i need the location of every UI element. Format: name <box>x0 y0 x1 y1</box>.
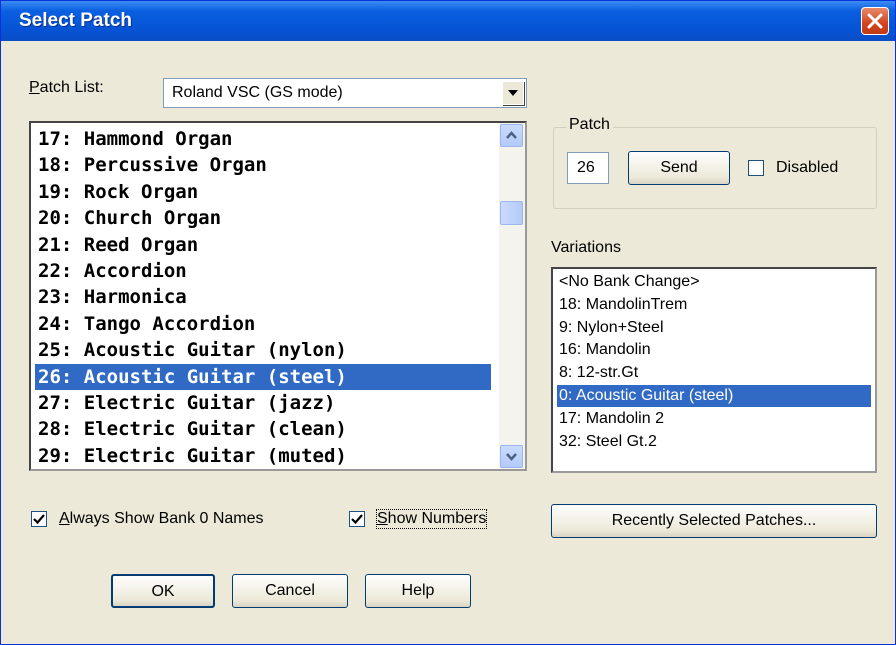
patch-list-item[interactable]: 29: Electric Guitar (muted) <box>35 443 491 469</box>
chevron-down-icon <box>508 90 518 96</box>
ok-button[interactable]: OK <box>111 574 215 608</box>
variation-item[interactable]: 8: 12-str.Gt <box>557 362 871 384</box>
variation-item[interactable]: 18: MandolinTrem <box>557 294 871 316</box>
variations-listbox[interactable]: <No Bank Change> 18: MandolinTrem 9: Nylon… <box>551 267 877 473</box>
patch-list-item[interactable]: 20: Church Organ <box>35 205 491 231</box>
disabled-label[interactable]: Disabled <box>776 159 838 177</box>
variation-item[interactable]: 9: Nylon+Steel <box>557 317 871 339</box>
variations-label: Variations <box>551 239 621 256</box>
title-bar[interactable]: Select Patch <box>1 1 895 41</box>
scroll-up-icon <box>506 131 517 139</box>
patch-listbox[interactable]: 17: Hammond Organ 18: Percussive Organ 19:… <box>29 121 527 471</box>
patch-list-scrollbar[interactable] <box>499 123 525 469</box>
variation-item[interactable]: 32: Steel Gt.2 <box>557 431 871 453</box>
patch-list-item[interactable]: 21: Reed Organ <box>35 232 491 258</box>
scroll-down-icon <box>506 453 517 461</box>
patch-list-item[interactable]: 24: Tango Accordion <box>35 311 491 337</box>
patch-list-item[interactable]: 28: Electric Guitar (clean) <box>35 416 491 442</box>
patch-list-item[interactable]: 23: Harmonica <box>35 284 491 310</box>
patch-group-title: Patch <box>566 116 613 134</box>
patch-list-item[interactable]: 17: Hammond Organ <box>35 126 491 152</box>
patch-list-item[interactable]: 22: Accordion <box>35 258 491 284</box>
scroll-down-button[interactable] <box>500 445 523 468</box>
patch-list-item[interactable]: 25: Acoustic Guitar (nylon) <box>35 337 491 363</box>
patch-list-item[interactable]: 19: Rock Organ <box>35 179 491 205</box>
scroll-thumb[interactable] <box>500 201 523 225</box>
cancel-button[interactable]: Cancel <box>232 574 348 608</box>
close-button[interactable] <box>861 7 889 35</box>
patch-list-dropdown[interactable]: Roland VSC (GS mode) <box>163 78 527 108</box>
dropdown-button[interactable] <box>502 81 524 105</box>
patch-list-selected: Roland VSC (GS mode) <box>172 84 343 101</box>
always-show-bank0-label[interactable]: Always Show Bank 0 Names <box>59 510 264 528</box>
variation-item[interactable]: 17: Mandolin 2 <box>557 408 871 430</box>
patch-list-item[interactable]: 18: Percussive Organ <box>35 152 491 178</box>
recently-selected-patches-button[interactable]: Recently Selected Patches... <box>551 504 877 538</box>
send-button[interactable]: Send <box>628 151 730 185</box>
disabled-checkbox[interactable] <box>748 160 764 176</box>
always-show-bank0-checkbox[interactable] <box>31 511 47 527</box>
close-icon <box>867 13 883 29</box>
select-patch-dialog: Select Patch Patch List: Roland VSC (GS … <box>0 0 896 645</box>
variation-item[interactable]: 0: Acoustic Guitar (steel) <box>557 385 871 407</box>
help-button[interactable]: Help <box>365 574 471 608</box>
show-numbers-label[interactable]: Show Numbers <box>375 509 488 529</box>
show-numbers-checkbox[interactable] <box>349 511 365 527</box>
scroll-up-button[interactable] <box>500 124 523 147</box>
dialog-title: Select Patch <box>19 10 132 31</box>
patch-list-item[interactable]: 27: Electric Guitar (jazz) <box>35 390 491 416</box>
patch-number-input[interactable]: 26 <box>567 152 609 184</box>
checkmark-icon <box>351 514 363 525</box>
patch-list-label: Patch List: <box>29 79 104 96</box>
patch-list-item[interactable]: 26: Acoustic Guitar (steel) <box>35 363 491 390</box>
variation-item[interactable]: 16: Mandolin <box>557 339 871 361</box>
checkmark-icon <box>33 514 45 525</box>
variation-item[interactable]: <No Bank Change> <box>557 271 871 293</box>
